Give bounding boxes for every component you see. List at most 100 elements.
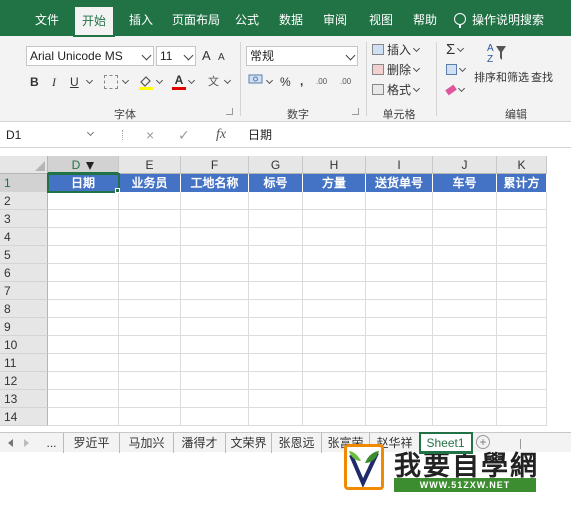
column-header-f[interactable]: F — [181, 156, 249, 174]
row-header-11[interactable]: 11 — [0, 354, 48, 372]
cell-h4[interactable] — [303, 228, 366, 246]
enter-button[interactable]: ✓ — [178, 125, 190, 145]
borders-dropdown[interactable] — [120, 72, 130, 92]
cell-h10[interactable] — [303, 336, 366, 354]
fill-handle[interactable] — [115, 188, 120, 193]
cell-f3[interactable] — [181, 210, 249, 228]
column-header-e[interactable]: E — [119, 156, 181, 174]
tab-home[interactable]: 开始 — [73, 5, 115, 37]
cell-e7[interactable] — [119, 282, 181, 300]
currency-dropdown[interactable] — [264, 72, 274, 92]
currency-button[interactable] — [248, 72, 264, 92]
cell-i14[interactable] — [366, 408, 433, 426]
header-cell-k1[interactable]: 累计方 — [497, 174, 547, 192]
header-cell-e1[interactable]: 业务员 — [119, 174, 181, 192]
cell-e9[interactable] — [119, 318, 181, 336]
select-all-corner[interactable] — [0, 156, 48, 174]
row-header-2[interactable]: 2 — [0, 192, 48, 210]
sheet-tab[interactable]: Sheet1 — [419, 432, 473, 454]
cell-f6[interactable] — [181, 264, 249, 282]
header-cell-i1[interactable]: 送货单号 — [366, 174, 433, 192]
cell-g7[interactable] — [249, 282, 303, 300]
tab-file[interactable]: 文件 — [28, 10, 66, 30]
cell-f9[interactable] — [181, 318, 249, 336]
header-cell-d1[interactable]: 日期 — [47, 173, 120, 193]
cell-i12[interactable] — [366, 372, 433, 390]
number-format-select[interactable]: 常规 — [246, 46, 358, 66]
cell-k2[interactable] — [497, 192, 547, 210]
sheet-tab[interactable]: 罗近平 — [64, 433, 120, 453]
cell-d3[interactable] — [48, 210, 119, 228]
cell-g10[interactable] — [249, 336, 303, 354]
tell-me-search[interactable]: 操作说明搜索 — [454, 10, 544, 30]
formula-input[interactable]: 日期 — [248, 125, 272, 145]
cell-j14[interactable] — [433, 408, 497, 426]
cell-j6[interactable] — [433, 264, 497, 282]
cell-i8[interactable] — [366, 300, 433, 318]
header-cell-f1[interactable]: 工地名称 — [181, 174, 249, 192]
row-header-10[interactable]: 10 — [0, 336, 48, 354]
cell-f13[interactable] — [181, 390, 249, 408]
comma-button[interactable]: , — [300, 71, 303, 91]
row-header-14[interactable]: 14 — [0, 408, 48, 426]
cell-j2[interactable] — [433, 192, 497, 210]
cell-f11[interactable] — [181, 354, 249, 372]
insert-cells-button[interactable]: 插入 — [372, 40, 421, 60]
sheet-tab[interactable]: 潘得才 — [174, 433, 226, 453]
cell-d9[interactable] — [48, 318, 119, 336]
underline-button[interactable]: U — [70, 72, 79, 92]
cell-d4[interactable] — [48, 228, 119, 246]
increase-decimal-button[interactable]: .00 — [316, 72, 327, 92]
cell-k13[interactable] — [497, 390, 547, 408]
find-select-button[interactable]: 查找 — [531, 68, 553, 88]
row-header-7[interactable]: 7 — [0, 282, 48, 300]
cell-j9[interactable] — [433, 318, 497, 336]
cell-f14[interactable] — [181, 408, 249, 426]
cell-d7[interactable] — [48, 282, 119, 300]
name-box[interactable]: D1 — [2, 125, 100, 145]
cell-f10[interactable] — [181, 336, 249, 354]
font-size-select[interactable]: 11 — [156, 46, 196, 66]
cell-h2[interactable] — [303, 192, 366, 210]
cell-g3[interactable] — [249, 210, 303, 228]
cell-d8[interactable] — [48, 300, 119, 318]
cell-e12[interactable] — [119, 372, 181, 390]
cell-d5[interactable] — [48, 246, 119, 264]
tab-help[interactable]: 帮助 — [406, 10, 444, 30]
column-header-g[interactable]: G — [249, 156, 303, 174]
cell-g12[interactable] — [249, 372, 303, 390]
percent-button[interactable]: % — [280, 72, 291, 92]
header-cell-h1[interactable]: 方量 — [303, 174, 366, 192]
tab-formulas[interactable]: 公式 — [230, 10, 264, 30]
cell-h8[interactable] — [303, 300, 366, 318]
cell-e4[interactable] — [119, 228, 181, 246]
tab-view[interactable]: 视图 — [362, 10, 400, 30]
sort-filter-icon[interactable]: AZ — [486, 40, 506, 65]
cell-j10[interactable] — [433, 336, 497, 354]
sheet-tab[interactable]: 马加兴 — [120, 433, 174, 453]
cell-e5[interactable] — [119, 246, 181, 264]
sheet-tab-more[interactable]: ... — [40, 433, 64, 453]
cell-k4[interactable] — [497, 228, 547, 246]
cell-i5[interactable] — [366, 246, 433, 264]
cell-k3[interactable] — [497, 210, 547, 228]
cell-j13[interactable] — [433, 390, 497, 408]
sort-filter-button[interactable]: 排序和筛选 — [474, 68, 529, 88]
cell-g14[interactable] — [249, 408, 303, 426]
tab-page-layout[interactable]: 页面布局 — [168, 10, 224, 30]
cell-d10[interactable] — [48, 336, 119, 354]
row-header-9[interactable]: 9 — [0, 318, 48, 336]
cell-i11[interactable] — [366, 354, 433, 372]
cell-i2[interactable] — [366, 192, 433, 210]
cell-j8[interactable] — [433, 300, 497, 318]
cell-e11[interactable] — [119, 354, 181, 372]
row-header-13[interactable]: 13 — [0, 390, 48, 408]
cell-k10[interactable] — [497, 336, 547, 354]
cell-k9[interactable] — [497, 318, 547, 336]
tab-insert[interactable]: 插入 — [122, 10, 160, 30]
cell-g5[interactable] — [249, 246, 303, 264]
cell-i13[interactable] — [366, 390, 433, 408]
delete-cells-button[interactable]: 删除 — [372, 60, 421, 80]
clear-button[interactable] — [445, 80, 466, 100]
sheet-tab[interactable]: 文荣界 — [226, 433, 272, 453]
